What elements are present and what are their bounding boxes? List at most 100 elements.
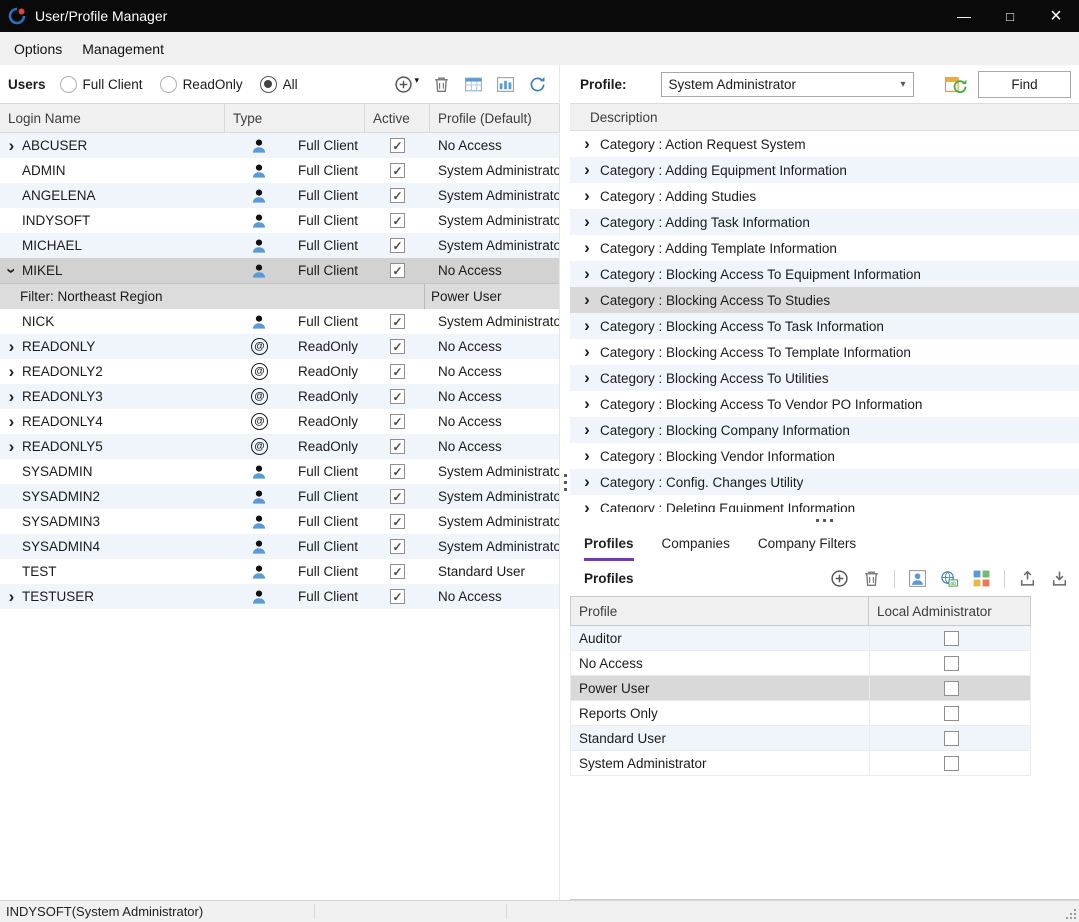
category-row[interactable]: › Category : Blocking Access To Equipmen… [570, 261, 1079, 287]
user-table-row[interactable]: › READONLY3 @ ReadOnly ✓ [0, 384, 559, 409]
local-admin-checkbox[interactable]: ✓ [944, 681, 959, 696]
expand-icon[interactable]: › [4, 365, 19, 379]
export-profile-button[interactable] [1018, 569, 1037, 588]
profile-row[interactable]: Standard User ✓ [570, 726, 1031, 751]
column-header[interactable]: Profile (Default) [430, 104, 560, 132]
permissions-grid-button[interactable] [972, 569, 991, 588]
profile-row[interactable]: Reports Only ✓ [570, 701, 1031, 726]
active-checkbox[interactable]: ✓ [390, 414, 405, 429]
expand-icon[interactable]: › [578, 397, 596, 411]
user-table-row[interactable]: › READONLY4 @ ReadOnly ✓ [0, 409, 559, 434]
expand-icon[interactable]: › [578, 449, 596, 463]
column-header[interactable]: Active [365, 104, 430, 132]
user-row-group[interactable]: › SYSADMIN2 @ Full Client ✓ [0, 484, 559, 509]
user-table-row[interactable]: › MICHAEL @ Full Client ✓ [0, 233, 559, 258]
category-row[interactable]: › Category : Adding Studies [570, 183, 1079, 209]
expand-icon[interactable]: › [578, 319, 596, 333]
user-table-row[interactable]: › SYSADMIN @ Full Client ✓ [0, 459, 559, 484]
local-admin-checkbox[interactable]: ✓ [944, 631, 959, 646]
user-table-row[interactable]: › MIKEL @ Full Client ✓ [0, 258, 559, 283]
user-table-row[interactable]: › SYSADMIN3 @ Full Client ✓ [0, 509, 559, 534]
user-table-row[interactable]: › READONLY5 @ ReadOnly ✓ [0, 434, 559, 459]
find-button[interactable]: Find [978, 71, 1071, 98]
add-profile-button[interactable] [830, 569, 849, 588]
expand-icon[interactable]: › [4, 139, 19, 153]
profile-row[interactable]: No Access ✓ [570, 651, 1031, 676]
expand-icon[interactable]: › [578, 267, 596, 281]
category-row[interactable]: › Category : Adding Task Information [570, 209, 1079, 235]
user-table-row[interactable]: › READONLY @ ReadOnly ✓ [0, 334, 559, 359]
user-row-group[interactable]: › SYSADMIN @ Full Client ✓ [0, 459, 559, 484]
expand-icon[interactable]: › [578, 475, 596, 489]
user-row-group[interactable]: › READONLY5 @ ReadOnly ✓ [0, 434, 559, 459]
active-checkbox[interactable]: ✓ [390, 539, 405, 554]
user-row-group[interactable]: › TEST @ Full Client ✓ [0, 559, 559, 584]
active-checkbox[interactable]: ✓ [390, 364, 405, 379]
user-row-group[interactable]: › NICK @ Full Client ✓ [0, 309, 559, 334]
category-row[interactable]: › Category : Blocking Access To Utilitie… [570, 365, 1079, 391]
category-row[interactable]: › Category : Adding Equipment Informatio… [570, 157, 1079, 183]
tab[interactable]: Company Filters [758, 528, 856, 561]
menu-item[interactable]: Options [4, 34, 72, 64]
local-admin-checkbox[interactable]: ✓ [944, 756, 959, 771]
user-filter-radio[interactable]: Full Client [60, 76, 143, 93]
column-header[interactable]: Login Name [0, 104, 225, 132]
apply-profile-button[interactable] [944, 75, 968, 94]
active-checkbox[interactable]: ✓ [390, 489, 405, 504]
active-checkbox[interactable]: ✓ [390, 188, 405, 203]
user-table-row[interactable]: › TEST @ Full Client ✓ [0, 559, 559, 584]
active-checkbox[interactable]: ✓ [390, 213, 405, 228]
panel-splitter[interactable] [560, 65, 570, 900]
profile-users-button[interactable] [908, 569, 927, 588]
user-row-group[interactable]: › READONLY @ ReadOnly ✓ [0, 334, 559, 359]
category-row[interactable]: › Category : Action Request System [570, 131, 1079, 157]
user-row-group[interactable]: › ADMIN @ Full Client ✓ [0, 158, 559, 183]
user-filter-radio[interactable]: All [260, 76, 298, 93]
active-checkbox[interactable]: ✓ [390, 514, 405, 529]
user-filter-subrow[interactable]: Filter: Northeast Region Power User [0, 283, 559, 309]
user-table-row[interactable]: › INDYSOFT @ Full Client ✓ [0, 208, 559, 233]
profile-row[interactable]: System Administrator ✓ [570, 751, 1031, 776]
active-checkbox[interactable]: ✓ [390, 589, 405, 604]
active-checkbox[interactable]: ✓ [390, 314, 405, 329]
user-table-row[interactable]: › ADMIN @ Full Client ✓ [0, 158, 559, 183]
local-admin-checkbox[interactable]: ✓ [944, 656, 959, 671]
user-table-row[interactable]: › SYSADMIN4 @ Full Client ✓ [0, 534, 559, 559]
category-row[interactable]: › Category : Deleting Equipment Informat… [570, 495, 1079, 512]
user-row-group[interactable]: › MIKEL @ Full Client ✓ [0, 258, 559, 309]
active-checkbox[interactable]: ✓ [390, 138, 405, 153]
user-row-group[interactable]: › ANGELENA @ Full Client ✓ [0, 183, 559, 208]
tab[interactable]: Profiles [584, 528, 634, 561]
column-header[interactable]: Type [225, 104, 365, 132]
expand-icon[interactable]: › [4, 390, 19, 404]
active-checkbox[interactable]: ✓ [390, 564, 405, 579]
expand-icon[interactable]: › [578, 137, 596, 151]
local-admin-checkbox[interactable]: ✓ [944, 731, 959, 746]
minimize-button[interactable]: — [941, 0, 987, 32]
user-row-group[interactable]: › READONLY2 @ ReadOnly ✓ [0, 359, 559, 384]
expand-icon[interactable]: › [578, 241, 596, 255]
expand-icon[interactable]: › [578, 293, 596, 307]
add-user-button[interactable]: ▾ [394, 75, 419, 94]
active-checkbox[interactable]: ✓ [390, 464, 405, 479]
category-row[interactable]: › Category : Config. Changes Utility [570, 469, 1079, 495]
expand-icon[interactable]: › [578, 423, 596, 437]
user-row-group[interactable]: › MICHAEL @ Full Client ✓ [0, 233, 559, 258]
active-checkbox[interactable]: ✓ [390, 238, 405, 253]
category-row[interactable]: › Category : Blocking Vendor Information [570, 443, 1079, 469]
expand-icon[interactable]: › [4, 590, 19, 604]
expand-icon[interactable]: › [578, 189, 596, 203]
user-filter-radio[interactable]: ReadOnly [160, 76, 243, 93]
expand-icon[interactable]: › [5, 263, 19, 278]
user-table-row[interactable]: › ABCUSER @ Full Client ✓ [0, 133, 559, 158]
local-admin-checkbox[interactable]: ✓ [944, 706, 959, 721]
active-checkbox[interactable]: ✓ [390, 163, 405, 178]
active-checkbox[interactable]: ✓ [390, 439, 405, 454]
delete-profile-button[interactable] [862, 569, 881, 588]
expand-icon[interactable]: › [578, 345, 596, 359]
column-header[interactable]: Profile [571, 597, 869, 625]
active-checkbox[interactable]: ✓ [390, 339, 405, 354]
maximize-button[interactable]: □ [987, 0, 1033, 32]
user-table-row[interactable]: › SYSADMIN2 @ Full Client ✓ [0, 484, 559, 509]
category-row[interactable]: › Category : Blocking Access To Studies [570, 287, 1079, 313]
